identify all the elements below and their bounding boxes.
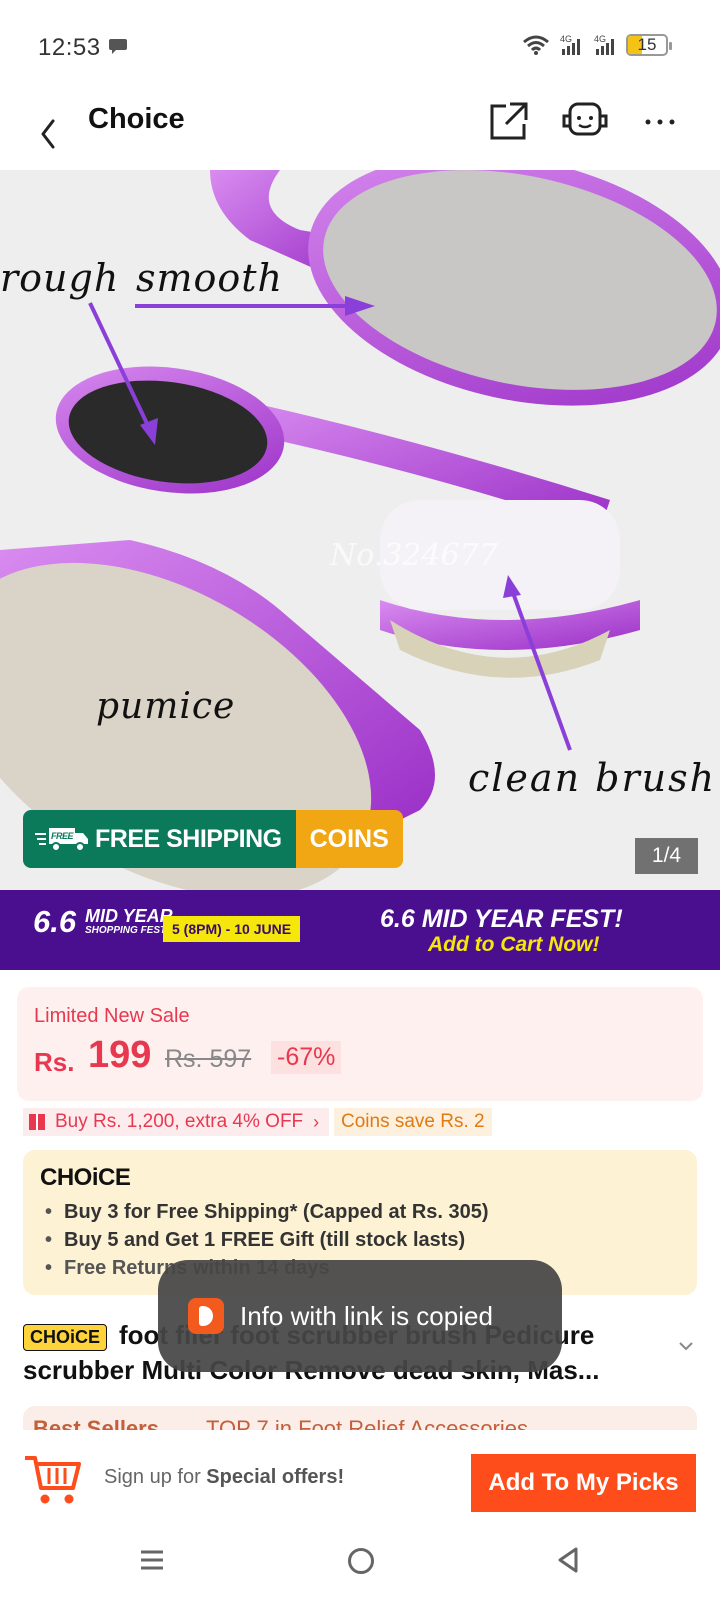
signal-icon-1: 4G (560, 34, 580, 55)
system-navigation-bar (0, 1526, 720, 1600)
promo-cta: Add to Cart Now! (428, 933, 600, 956)
coins-label: COINS (295, 810, 403, 868)
promo-date: 5 (8PM) - 10 JUNE (163, 916, 301, 942)
promo-fest-logo: MID YEAR SHOPPING FEST! (85, 906, 173, 936)
recent-apps-icon[interactable] (140, 1548, 164, 1572)
coins-save-chip[interactable]: Coins save Rs. 2 (334, 1108, 492, 1136)
delivery-truck-icon: FREE (35, 828, 88, 852)
system-back-icon[interactable] (556, 1546, 580, 1574)
copied-toast: Info with link is copied (158, 1260, 562, 1372)
label-pumice: pumice (96, 686, 236, 727)
chevron-right-icon: › (313, 1111, 320, 1132)
customer-service-icon[interactable] (560, 98, 610, 144)
app-icon (188, 1298, 224, 1334)
signal-icon-2: 4G (594, 34, 614, 55)
sale-label: Limited New Sale (34, 1005, 190, 1027)
free-shipping-text: FREE SHIPPING (95, 824, 282, 853)
label-smooth: smooth (136, 256, 284, 300)
status-icons: 4G 4G 15 (522, 33, 672, 57)
label-rough: rough (0, 256, 120, 300)
original-price: Rs. 597 (165, 1045, 252, 1073)
battery-level: 15 (637, 35, 657, 54)
promo-66: 6.6 (33, 904, 77, 939)
signup-text[interactable]: Sign up for Special offers! (104, 1466, 344, 1489)
toast-text: Info with link is copied (240, 1300, 493, 1331)
choice-logo: CHOiCE (40, 1164, 131, 1191)
product-image[interactable]: No.324677 rough smooth pumice clean brus… (0, 170, 720, 890)
promo-shopping-fest: SHOPPING FEST! (85, 925, 170, 936)
choice-badge: CHOiCE (23, 1324, 108, 1351)
bulk-discount-text: Buy Rs. 1,200, extra 4% OFF (55, 1111, 304, 1132)
status-time: 12:53 (38, 34, 101, 61)
free-shipping-banner: FREE FREE SHIPPING COINS (23, 810, 403, 868)
chevron-down-icon[interactable] (676, 1336, 696, 1356)
best-sellers-rank: TOP 7 in Foot Relief Accessories (206, 1416, 528, 1430)
signup-offer: Special offers! (206, 1466, 345, 1488)
wifi-icon (523, 35, 549, 55)
best-sellers-label: Best Sellers (33, 1416, 159, 1430)
page-title: Choice (88, 103, 185, 135)
gift-icon (29, 1114, 45, 1130)
promo-title: 6.6 MID YEAR FEST! (380, 905, 623, 933)
label-clean-brush: clean brush (468, 756, 717, 800)
image-counter: 1/4 (635, 838, 698, 874)
network-label-2: 4G (594, 34, 606, 44)
chat-notification-icon (109, 39, 127, 54)
promo-banner[interactable]: 6.6 MID YEAR SHOPPING FEST! 5 (8PM) - 10… (0, 890, 720, 970)
price-currency: Rs. (34, 1047, 75, 1077)
free-shipping-badge-text: FREE (51, 831, 75, 841)
benefit-item: Buy 5 and Get 1 FREE Gift (till stock la… (45, 1226, 489, 1254)
best-sellers-row[interactable]: Best Sellers TOP 7 in Foot Relief Access… (23, 1406, 697, 1430)
signup-prefix: Sign up for (104, 1466, 207, 1488)
status-bar: 12:53 4G 4G 15 (0, 0, 720, 90)
discount-badge: -67% (271, 1041, 342, 1074)
more-options-icon[interactable] (640, 102, 680, 142)
current-price: 199 (88, 1034, 152, 1076)
back-arrow-icon[interactable] (30, 105, 70, 155)
network-label-1: 4G (560, 34, 572, 44)
home-icon[interactable] (348, 1548, 374, 1574)
benefit-item: Buy 3 for Free Shipping* (Capped at Rs. … (45, 1198, 489, 1226)
bulk-discount-chip[interactable]: Buy Rs. 1,200, extra 4% OFF › (23, 1108, 330, 1136)
bottom-action-bar: Sign up for Special offers! Add To My Pi… (0, 1430, 720, 1526)
cart-icon[interactable] (23, 1452, 81, 1508)
battery-icon: 15 (626, 34, 672, 56)
price-card: Limited New Sale Rs. 199 Rs. 597 -67% (17, 987, 703, 1101)
header: Choice (0, 90, 720, 170)
share-icon[interactable] (488, 100, 530, 142)
free-shipping-label: FREE FREE SHIPPING (23, 810, 296, 868)
hero-watermark: No.324677 (329, 538, 499, 573)
promo-mid-year: MID YEAR (85, 906, 173, 926)
add-to-picks-button[interactable]: Add To My Picks (471, 1454, 696, 1512)
